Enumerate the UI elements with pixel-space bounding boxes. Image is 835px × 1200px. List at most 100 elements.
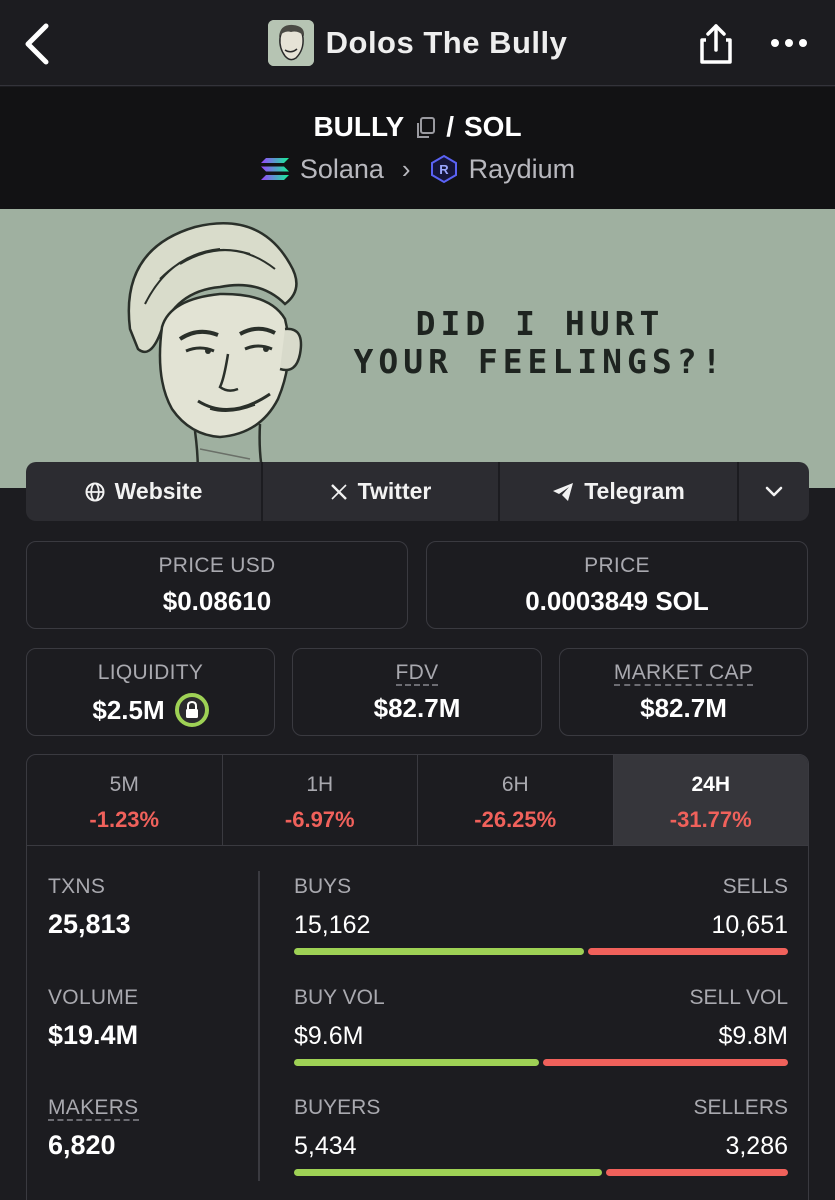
chain-name[interactable]: Solana [300,154,384,185]
buyers-sellers-ratio: BUYERS SELLERS 5,434 3,286 [294,1096,788,1186]
website-button[interactable]: Website [26,462,263,521]
more-options-button[interactable] [768,28,810,58]
buyers-sellers-bar [294,1169,788,1176]
buys-value: 15,162 [294,911,371,939]
tab-change: -6.97% [284,807,355,832]
buy-sell-bar [294,948,788,955]
txns-stat: TXNS 25,813 [48,875,131,940]
price-native-label: PRICE [584,554,650,577]
buys-label: BUYS [294,875,352,898]
price-native-value: 0.0003849 SOL [525,586,709,616]
stats-divider [258,871,260,1181]
tab-label: 6H [501,773,529,796]
price-usd-card: PRICE USD $0.08610 [26,541,408,629]
share-icon [700,24,732,64]
price-native-card: PRICE 0.0003849 SOL [426,541,808,629]
banner-line-2: YOUR FEELINGS?! [353,342,727,381]
timeframe-stats-panel: 5M -1.23% 1H -6.97% 6H -26.25% 24H -31.7… [26,754,809,1200]
buyers-label: BUYERS [294,1096,381,1119]
liquidity-value: $2.5M [92,694,165,725]
volume-ratio: BUY VOL SELL VOL $9.6M $9.8M [294,986,788,1076]
sells-value: 10,651 [711,911,788,939]
website-label: Website [114,478,203,504]
txns-value: 25,813 [48,909,131,939]
svg-text:R: R [439,162,449,177]
makers-stat: MAKERS 6,820 [48,1096,139,1161]
price-usd-label: PRICE USD [158,554,276,577]
tab-label: 24H [691,773,731,796]
dex-name[interactable]: Raydium [469,154,576,185]
buy-vol-label: BUY VOL [294,986,385,1009]
tab-24h[interactable]: 24H -31.77% [613,755,808,845]
tab-6h[interactable]: 6H -26.25% [418,755,614,845]
token-avatar [267,20,314,66]
telegram-button[interactable]: Telegram [500,462,739,521]
chevron-right-icon: › [401,153,411,184]
sell-vol-value: $9.8M [718,1022,788,1050]
liquidity-label: LIQUIDITY [97,661,204,684]
txns-label: TXNS [48,875,106,898]
fdv-card: FDV $82.7M [292,648,542,736]
more-links-button[interactable] [739,462,809,521]
market-cap-card: MARKET CAP $82.7M [559,648,808,736]
buy-bar-fill [294,948,584,955]
buys-sells-ratio: BUYS SELLS 15,162 10,651 [294,875,788,965]
chevron-down-icon [765,486,783,496]
liquidity-card: LIQUIDITY $2.5M [26,648,275,736]
buyers-value: 5,434 [294,1132,357,1160]
copy-icon[interactable] [414,115,436,139]
market-cap-value: $82.7M [640,693,727,723]
token-banner: DID I HURT YOUR FEELINGS?! [0,209,835,488]
tab-change: -1.23% [89,807,160,832]
more-dots-icon [771,39,807,47]
solana-icon [260,158,289,180]
raydium-icon: R [430,154,457,184]
sell-bar-fill [587,948,788,955]
market-cap-label[interactable]: MARKET CAP [613,661,754,686]
sells-label: SELLS [722,875,788,898]
pair-separator: / [446,111,454,142]
x-logo-icon [330,483,347,500]
twitter-button[interactable]: Twitter [263,462,500,521]
fdv-label[interactable]: FDV [395,661,439,686]
paper-plane-icon [553,482,574,501]
sell-vol-label: SELL VOL [689,986,788,1009]
sellers-value: 3,286 [725,1132,788,1160]
quote-symbol: SOL [463,111,522,142]
sellers-label: SELLERS [693,1096,788,1119]
page-title: Dolos The Bully [325,25,568,60]
share-button[interactable] [696,22,736,66]
makers-label[interactable]: MAKERS [48,1096,139,1121]
lock-icon[interactable] [174,693,209,727]
tab-1h[interactable]: 1H -6.97% [223,755,418,845]
tab-label: 5M [109,773,139,796]
top-nav-bar: Dolos The Bully [0,0,835,86]
telegram-label: Telegram [584,478,685,504]
globe-icon [85,482,105,501]
sellers-bar-fill [605,1169,788,1176]
volume-label: VOLUME [48,986,139,1009]
volume-value: $19.4M [48,1020,139,1050]
buy-vol-bar-fill [294,1059,539,1066]
pair-header: BULLY / SOL Solana › R Raydium [0,87,835,209]
tab-change: -31.77% [669,807,752,832]
tab-label: 1H [306,773,334,796]
buy-vol-value: $9.6M [294,1022,364,1050]
volume-stat: VOLUME $19.4M [48,986,139,1051]
timeframe-tabs: 5M -1.23% 1H -6.97% 6H -26.25% 24H -31.7… [27,755,808,846]
tab-change: -26.25% [474,807,557,832]
pair-line: BULLY / SOL [0,109,835,145]
buyers-bar-fill [294,1169,602,1176]
tab-5m[interactable]: 5M -1.23% [27,755,223,845]
banner-line-1: DID I HURT [415,304,665,343]
fdv-value: $82.7M [373,693,461,723]
banner-caption: DID I HURT YOUR FEELINGS?! [300,305,780,381]
base-symbol: BULLY [313,111,405,142]
social-links-bar: Website Twitter Telegram [26,462,809,521]
chain-breadcrumb: Solana › R Raydium [0,151,835,187]
twitter-label: Twitter [357,478,432,504]
price-usd-value: $0.08610 [162,586,272,616]
sell-vol-bar-fill [542,1059,788,1066]
buy-sell-vol-bar [294,1059,788,1066]
makers-value: 6,820 [48,1130,116,1160]
